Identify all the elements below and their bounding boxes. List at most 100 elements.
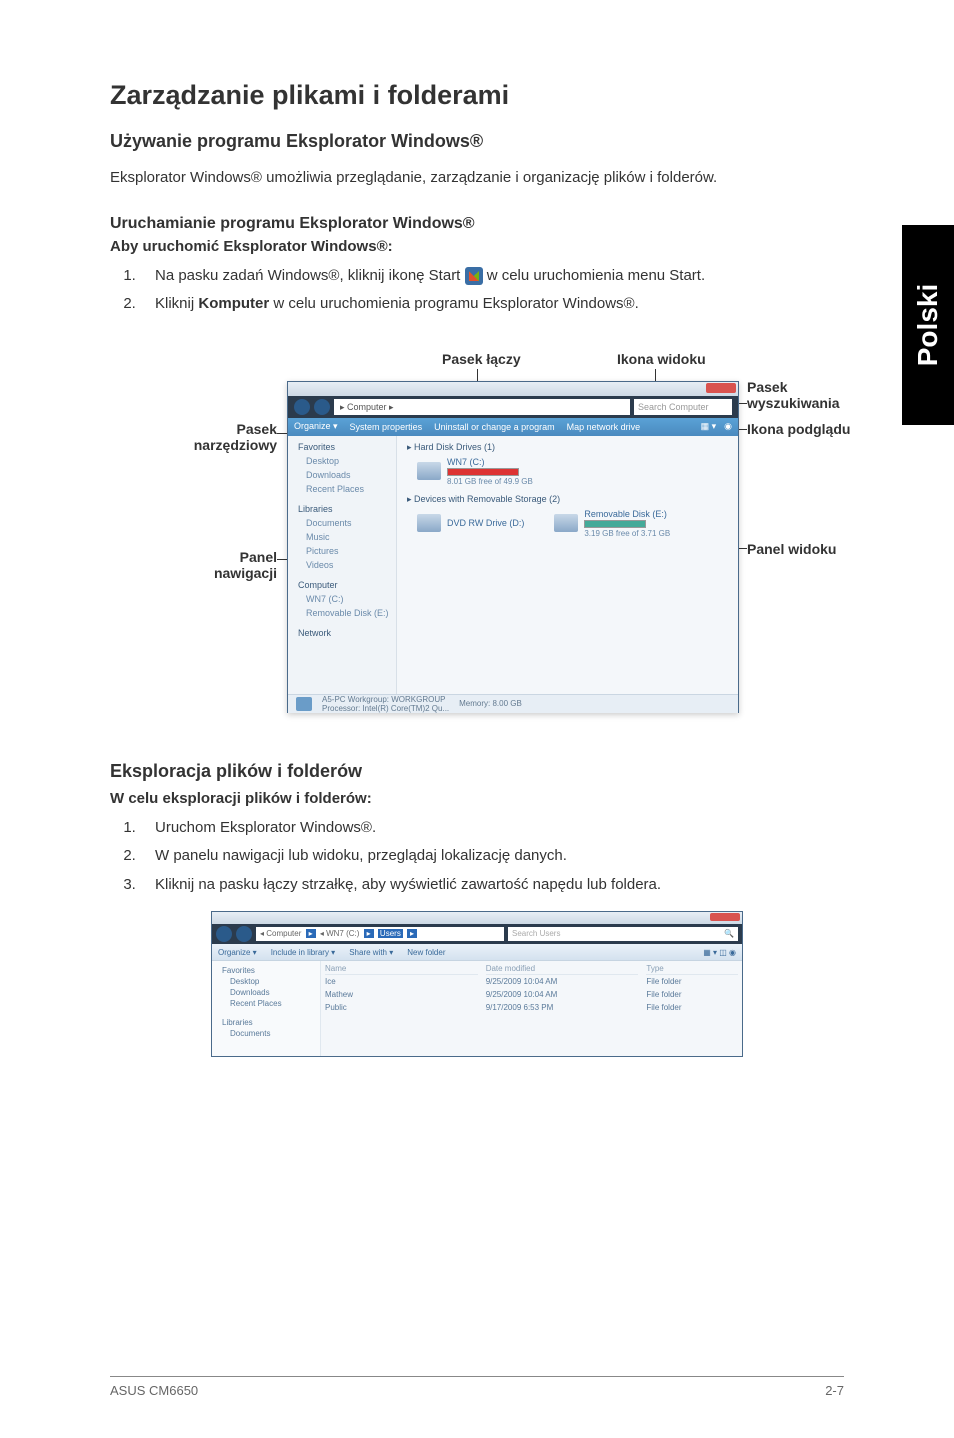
col-name[interactable]: Name xyxy=(325,963,478,975)
search-icon[interactable]: 🔍 xyxy=(724,927,734,941)
fig2-nav-documents[interactable]: Documents xyxy=(216,1028,316,1039)
nav-forward-icon[interactable] xyxy=(314,399,330,415)
close-icon[interactable] xyxy=(706,383,736,393)
fig2-newfolder-button[interactable]: New folder xyxy=(407,948,445,957)
fig2-toolbar: Organize ▾ Include in library ▾ Share wi… xyxy=(212,944,742,961)
nav-wn7c[interactable]: WN7 (C:) xyxy=(292,592,392,606)
nav-recent[interactable]: Recent Places xyxy=(292,482,392,496)
fig2-nav-favorites[interactable]: Favorites xyxy=(216,965,316,976)
explore-step-1: Uruchom Eksplorator Windows®. xyxy=(140,817,844,840)
navigation-panel: Favorites Desktop Downloads Recent Place… xyxy=(288,436,397,694)
nav-computer[interactable]: Computer xyxy=(292,578,392,592)
nav-documents[interactable]: Documents xyxy=(292,516,392,530)
nav-network[interactable]: Network xyxy=(292,626,392,640)
launch-step-1: Na pasku zadań Windows®, kliknij ikonę S… xyxy=(140,265,844,288)
label-toolbar: Paseknarzędziowy xyxy=(194,421,277,453)
address-bar: ▸ Computer ▸ Search Computer xyxy=(288,396,738,418)
row-type-0: File folder xyxy=(646,975,738,988)
intro-text: Eksplorator Windows® umożliwia przegląda… xyxy=(110,167,844,190)
row-name-1[interactable]: Mathew xyxy=(325,988,478,1001)
explorer-window: ▸ Computer ▸ Search Computer Organize ▾ … xyxy=(287,381,739,713)
section-exploring: Eksploracja plików i folderów xyxy=(110,761,844,782)
breadcrumb-figure: ◂ Computer ▸ ◂ WN7 (C:) ▸ Users ▸ Search… xyxy=(211,911,743,1057)
fig2-breadcrumb[interactable]: ◂ Computer ▸ ◂ WN7 (C:) ▸ Users ▸ xyxy=(256,927,504,941)
fig2-nav-desktop[interactable]: Desktop xyxy=(216,976,316,987)
nav-pictures[interactable]: Pictures xyxy=(292,544,392,558)
fig2-address-bar: ◂ Computer ▸ ◂ WN7 (C:) ▸ Users ▸ Search… xyxy=(212,924,742,944)
content-area: ▸ Hard Disk Drives (1) WN7 (C:) 8.01 GB … xyxy=(397,436,738,694)
nav-removable[interactable]: Removable Disk (E:) xyxy=(292,606,392,620)
explore-step-3: Kliknij na pasku łączy strzałkę, aby wyś… xyxy=(140,874,844,897)
removable-icon xyxy=(554,514,578,532)
fig2-nav-recent[interactable]: Recent Places xyxy=(216,998,316,1009)
hdd-icon xyxy=(417,462,441,480)
row-date-0: 9/25/2009 10:04 AM xyxy=(486,975,639,988)
footer-left: ASUS CM6650 xyxy=(110,1383,198,1398)
nav-downloads[interactable]: Downloads xyxy=(292,468,392,482)
fig2-view-icons[interactable]: ▦ ▾ ◫ ◉ xyxy=(703,948,736,957)
status-bar: A5-PC Workgroup: WORKGROUP Processor: In… xyxy=(288,694,738,713)
fig2-nav: Favorites Desktop Downloads Recent Place… xyxy=(212,961,321,1056)
nav-music[interactable]: Music xyxy=(292,530,392,544)
fig2-nav-libraries[interactable]: Libraries xyxy=(216,1017,316,1028)
label-preview-icon: Ikona podglądu xyxy=(747,421,850,437)
nav-desktop[interactable]: Desktop xyxy=(292,454,392,468)
nav-back-icon[interactable] xyxy=(294,399,310,415)
breadcrumb-arrow-icon[interactable]: ▸ xyxy=(407,929,417,938)
label-breadcrumb-bar: Pasek łączy xyxy=(442,351,521,367)
breadcrumb[interactable]: ▸ Computer ▸ xyxy=(334,399,630,415)
fig2-back-icon[interactable] xyxy=(216,926,232,942)
to-explore: W celu eksploracji plików i folderów: xyxy=(110,790,844,807)
group-removable[interactable]: ▸ Devices with Removable Storage (2) xyxy=(407,494,728,505)
map-drive-button[interactable]: Map network drive xyxy=(567,422,641,432)
label-view-panel: Panel widoku xyxy=(747,541,836,557)
fig2-forward-icon[interactable] xyxy=(236,926,252,942)
launch-step-2: Kliknij Komputer w celu uruchomienia pro… xyxy=(140,293,844,316)
toolbar: Organize ▾ System properties Uninstall o… xyxy=(288,418,738,436)
section-launching-explorer: Uruchamianie programu Eksplorator Window… xyxy=(110,215,844,233)
fig2-content: Name Ice Mathew Public Date modified 9/2… xyxy=(321,961,742,1056)
computer-icon xyxy=(296,697,312,711)
breadcrumb-arrow-icon[interactable]: ▸ xyxy=(306,929,316,938)
fig2-search-input[interactable]: Search Users🔍 xyxy=(508,927,738,941)
page-footer: ASUS CM6650 2-7 xyxy=(110,1376,844,1398)
label-view-icon: Ikona widoku xyxy=(617,351,706,367)
fig2-include-button[interactable]: Include in library ▾ xyxy=(271,948,336,957)
label-navigation-panel: Panelnawigacji xyxy=(214,549,277,581)
footer-right: 2-7 xyxy=(825,1383,844,1398)
fig2-close-icon[interactable] xyxy=(710,913,740,921)
col-type[interactable]: Type xyxy=(646,963,738,975)
breadcrumb-arrow-icon[interactable]: ▸ xyxy=(364,929,374,938)
group-hdd[interactable]: ▸ Hard Disk Drives (1) xyxy=(407,442,728,453)
search-input[interactable]: Search Computer xyxy=(634,399,732,415)
row-date-2: 9/17/2009 6:53 PM xyxy=(486,1001,639,1014)
section-using-explorer: Używanie programu Eksplorator Windows® xyxy=(110,131,844,152)
drive-dvd[interactable]: DVD RW Drive (D:) xyxy=(417,509,524,538)
row-date-1: 9/25/2009 10:04 AM xyxy=(486,988,639,1001)
col-date[interactable]: Date modified xyxy=(486,963,639,975)
dvd-icon xyxy=(417,514,441,532)
fig2-nav-downloads[interactable]: Downloads xyxy=(216,987,316,998)
nav-videos[interactable]: Videos xyxy=(292,558,392,572)
row-name-2[interactable]: Public xyxy=(325,1001,478,1014)
label-search-bar: Pasekwyszukiwania xyxy=(747,379,840,411)
nav-favorites[interactable]: Favorites xyxy=(292,440,392,454)
drive-hdd[interactable]: WN7 (C:) 8.01 GB free of 49.9 GB xyxy=(417,457,728,486)
drive-removable[interactable]: Removable Disk (E:) 3.19 GB free of 3.71… xyxy=(554,509,670,538)
view-mode-icon[interactable]: ▦ ▾ xyxy=(701,421,717,432)
organize-button[interactable]: Organize ▾ xyxy=(294,421,338,432)
titlebar xyxy=(288,382,738,396)
fig2-share-button[interactable]: Share with ▾ xyxy=(349,948,393,957)
start-button-icon xyxy=(465,267,483,285)
row-name-0[interactable]: Ice xyxy=(325,975,478,988)
explore-step-2: W panelu nawigacji lub widoku, przegląda… xyxy=(140,845,844,868)
uninstall-button[interactable]: Uninstall or change a program xyxy=(434,422,555,432)
page-title: Zarządzanie plikami i folderami xyxy=(110,80,844,111)
fig2-titlebar xyxy=(212,912,742,924)
row-type-2: File folder xyxy=(646,1001,738,1014)
nav-libraries[interactable]: Libraries xyxy=(292,502,392,516)
fig2-organize-button[interactable]: Organize ▾ xyxy=(218,948,257,957)
help-icon[interactable]: ◉ xyxy=(724,421,732,432)
system-properties-button[interactable]: System properties xyxy=(350,422,423,432)
row-type-1: File folder xyxy=(646,988,738,1001)
